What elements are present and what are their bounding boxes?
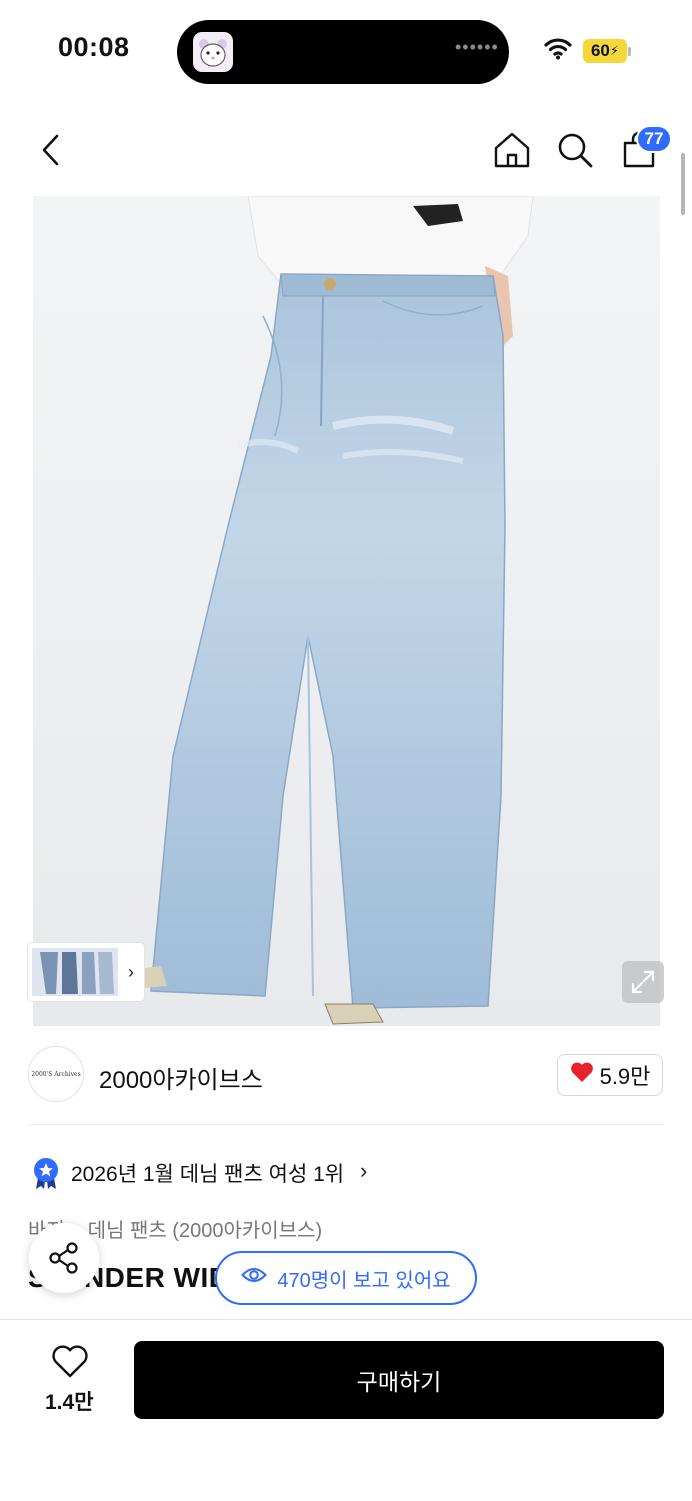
viewers-count-pill: 470명이 보고 있어요: [215, 1251, 477, 1305]
product-image[interactable]: [33, 196, 660, 1026]
brand-name[interactable]: 2000아카이브스: [99, 1060, 263, 1095]
image-thumbnail-strip[interactable]: ›: [28, 943, 144, 1001]
wish-count: 1.4만: [45, 1391, 94, 1414]
thumbnail-image[interactable]: [32, 948, 118, 996]
battery-indicator: 60 ⚡: [583, 39, 627, 63]
heart-icon: [570, 1061, 594, 1089]
expand-icon[interactable]: [622, 961, 664, 1003]
buy-button[interactable]: 구매하기: [134, 1341, 664, 1419]
brand-logo-avatar[interactable]: 2000'S Archives: [28, 1046, 84, 1102]
ranking-text[interactable]: 2026년 1월 데님 팬츠 여성 1위: [71, 1158, 344, 1188]
chevron-right-icon: ›: [128, 961, 134, 982]
search-icon[interactable]: [554, 129, 596, 171]
brand-like-count: 5.9만: [599, 1064, 651, 1089]
scrollbar[interactable]: [681, 153, 685, 215]
brand-like-button[interactable]: 5.9만: [557, 1054, 663, 1096]
wifi-icon: [544, 38, 572, 65]
eye-icon: [241, 1266, 268, 1290]
share-icon[interactable]: [29, 1223, 99, 1293]
back-icon[interactable]: [34, 130, 68, 170]
heart-icon[interactable]: [51, 1345, 89, 1384]
island-dots: ••••••: [455, 37, 499, 57]
divider: [28, 1124, 664, 1125]
hamster-app-icon: [193, 32, 233, 72]
status-time: 00:08: [58, 32, 130, 62]
home-icon[interactable]: [491, 129, 533, 171]
battery-tip: [628, 47, 631, 56]
cart-count-badge: 77: [636, 125, 672, 153]
viewers-text: 470명이 보고 있어요: [277, 1269, 451, 1292]
chevron-right-icon[interactable]: ›: [360, 1158, 367, 1184]
star-badge-icon: [31, 1156, 61, 1195]
